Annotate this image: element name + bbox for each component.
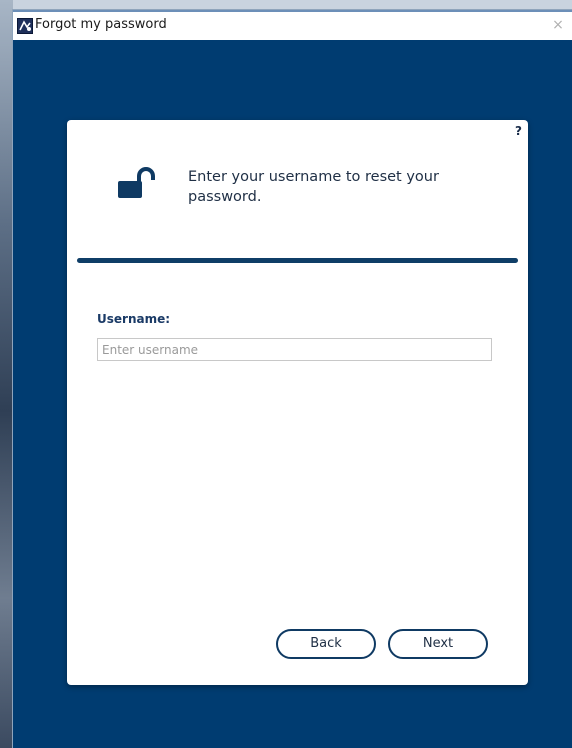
app-logo-icon: [17, 18, 33, 34]
forgot-password-window: Forgot my password × ? Enter your userna…: [13, 10, 572, 748]
reset-password-card: ? Enter your username to reset your pass…: [67, 120, 528, 685]
instruction-text: Enter your username to reset your passwo…: [188, 169, 439, 205]
username-input[interactable]: [97, 338, 492, 361]
next-button[interactable]: Next: [388, 629, 488, 659]
close-button[interactable]: ×: [550, 16, 566, 34]
desktop-background-strip: [0, 0, 13, 748]
title-bar[interactable]: Forgot my password ×: [13, 10, 572, 40]
window-title: Forgot my password: [35, 17, 167, 32]
help-button[interactable]: ?: [515, 124, 522, 138]
back-button[interactable]: Back: [276, 629, 376, 659]
unlocked-padlock-icon: [117, 166, 157, 202]
username-label: Username:: [97, 312, 171, 326]
header-divider: [77, 258, 518, 263]
